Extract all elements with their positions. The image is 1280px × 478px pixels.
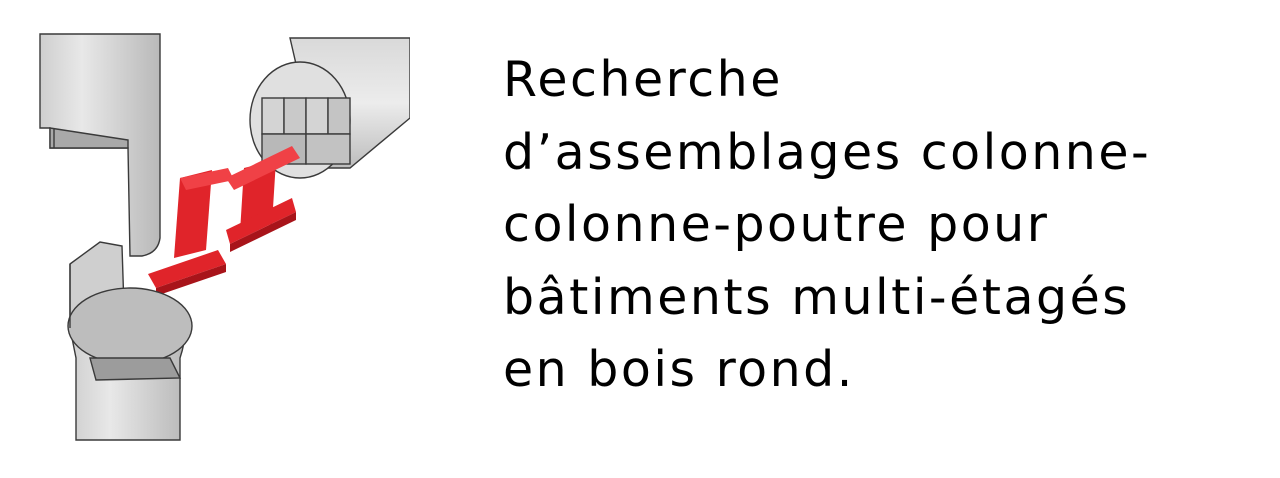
upper-column: [39, 33, 161, 257]
joint-illustration: [30, 28, 410, 448]
title-line-2: d’assemblages colonne-: [503, 123, 1152, 181]
title-line-1: Recherche: [503, 51, 783, 108]
steel-i-section-left: [148, 168, 234, 296]
steel-i-section-right: [226, 146, 300, 252]
joint-drawing: [39, 33, 410, 441]
slide-title: Recherche d’assemblages colonne- colonne…: [503, 44, 1273, 407]
title-line-3: colonne-poutre pour: [503, 196, 1050, 253]
title-line-5: en bois rond.: [503, 341, 855, 398]
slide: Recherche d’assemblages colonne- colonne…: [0, 0, 1280, 478]
title-line-4: bâtiments multi-étagés: [503, 268, 1131, 326]
